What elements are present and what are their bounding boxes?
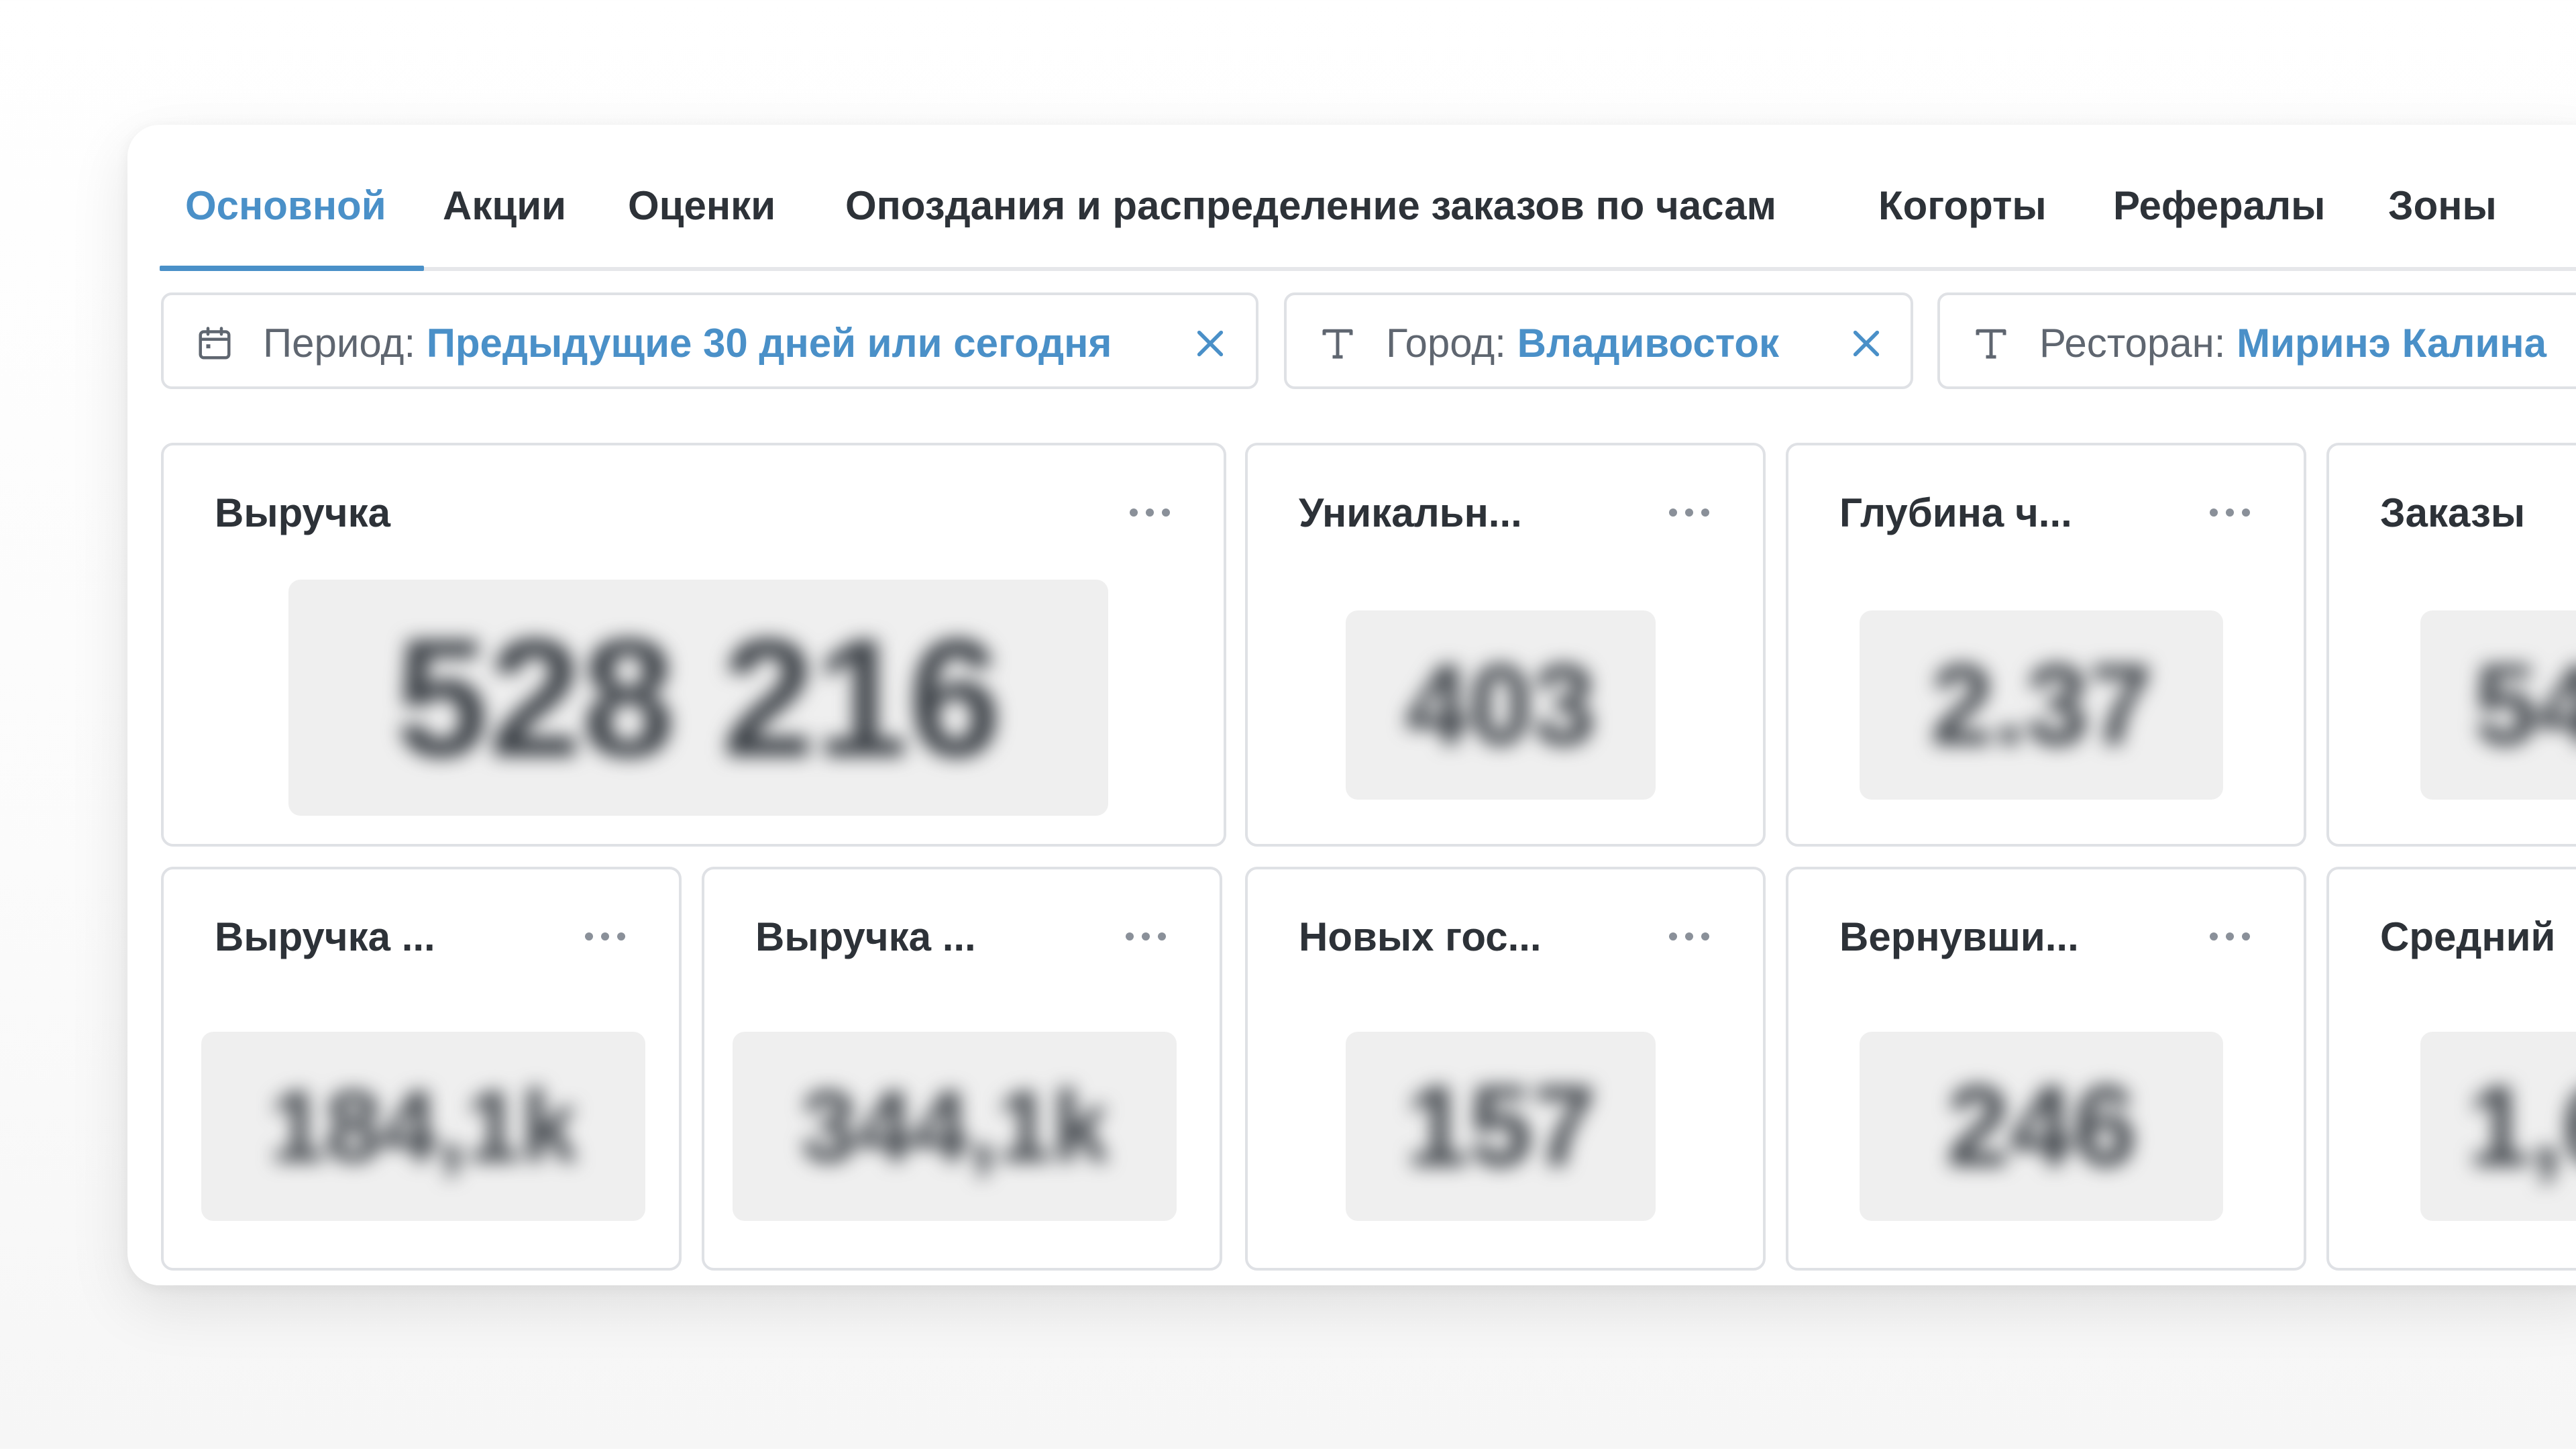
filter-city-text: Город: Владивосток — [1386, 322, 1779, 365]
close-icon[interactable] — [1847, 325, 1885, 362]
text-type-icon — [1322, 329, 1353, 359]
card-title: Новых гос... — [1299, 914, 1542, 959]
card-value: 54 — [2474, 641, 2576, 769]
metric-card-returned[interactable]: Вернувши... 246 — [1786, 867, 2306, 1271]
metric-card-check-depth[interactable]: Глубина ч... 2.37 — [1786, 443, 2306, 847]
card-value-box: 403 — [1346, 610, 1656, 800]
filter-city[interactable]: Город: Владивосток — [1284, 292, 1913, 389]
metric-card-new-guests[interactable]: Новых гос... 157 — [1245, 867, 1766, 1271]
metric-card-revenue-b[interactable]: Выручка ... 344,1k — [702, 867, 1222, 1271]
more-options-icon[interactable] — [2210, 931, 2250, 942]
more-options-icon[interactable] — [1669, 507, 1709, 518]
filter-restaurant-value: Миринэ Калина — [2237, 321, 2546, 366]
metric-card-revenue-a[interactable]: Выручка ... 184,1k — [161, 867, 682, 1271]
card-value-box: 344,1k — [733, 1032, 1177, 1221]
dashboard-panel: Основной Акции Оценки Опоздания и распре… — [127, 125, 2576, 1285]
filter-restaurant-text: Ресторан: Миринэ Калина — [2039, 322, 2546, 365]
tab-main[interactable]: Основной — [185, 182, 386, 229]
card-value-box: 528 216 — [288, 580, 1108, 816]
filter-restaurant[interactable]: Ресторан: Миринэ Калина — [1937, 292, 2576, 389]
tab-bar: Основной Акции Оценки Опоздания и распре… — [160, 125, 2576, 271]
active-tab-indicator — [160, 266, 424, 271]
card-value: 157 — [1405, 1063, 1596, 1190]
more-options-icon[interactable] — [1126, 931, 1166, 942]
filter-period-text: Период: Предыдущие 30 дней или сегодня — [263, 322, 1112, 365]
text-type-icon — [1976, 329, 2006, 359]
card-value: 184,1k — [269, 1069, 578, 1183]
metric-card-orders[interactable]: Заказы 54 — [2326, 443, 2576, 847]
metric-card-revenue[interactable]: Выручка 528 216 — [161, 443, 1226, 847]
calendar-icon — [199, 327, 231, 360]
card-value: 246 — [1946, 1063, 2137, 1190]
filter-period-label: Период: — [263, 321, 416, 366]
more-options-icon[interactable] — [2210, 507, 2250, 518]
more-options-icon[interactable] — [585, 931, 625, 942]
card-title: Выручка ... — [215, 914, 435, 959]
tab-referrals[interactable]: Рефералы — [2113, 182, 2325, 229]
card-value-box: 2.37 — [1860, 610, 2223, 800]
close-icon[interactable] — [1191, 325, 1229, 362]
card-title: Вернувши... — [1839, 914, 2079, 959]
card-title: Выручка — [215, 490, 391, 535]
card-value-box: 1,6 — [2420, 1032, 2576, 1221]
card-value: 528 216 — [395, 604, 1002, 792]
filter-city-value: Владивосток — [1517, 321, 1780, 366]
tab-zones[interactable]: Зоны — [2388, 182, 2497, 229]
filter-period-value: Предыдущие 30 дней или сегодня — [426, 321, 1112, 366]
card-value-box: 184,1k — [201, 1032, 645, 1221]
card-value: 344,1k — [800, 1069, 1109, 1183]
card-value-box: 246 — [1860, 1032, 2223, 1221]
card-title: Выручка ... — [755, 914, 976, 959]
tab-cohorts[interactable]: Когорты — [1878, 182, 2047, 229]
card-title: Глубина ч... — [1839, 490, 2072, 535]
tab-ratings[interactable]: Оценки — [628, 182, 775, 229]
metric-card-average[interactable]: Средний 1,6 — [2326, 867, 2576, 1271]
card-value: 2.37 — [1930, 641, 2153, 769]
tab-promotions[interactable]: Акции — [443, 182, 566, 229]
tab-delays-hourly[interactable]: Опоздания и распределение заказов по час… — [845, 182, 1776, 229]
more-options-icon[interactable] — [1130, 507, 1170, 518]
metric-card-unique[interactable]: Уникальн... 403 — [1245, 443, 1766, 847]
card-title: Заказы — [2380, 490, 2526, 535]
card-title: Средний — [2380, 914, 2556, 959]
filter-restaurant-label: Ресторан: — [2039, 321, 2226, 366]
card-value-box: 54 — [2420, 610, 2576, 800]
card-title: Уникальн... — [1299, 490, 1522, 535]
filter-city-label: Город: — [1386, 321, 1506, 366]
filter-period[interactable]: Период: Предыдущие 30 дней или сегодня — [161, 292, 1258, 389]
more-options-icon[interactable] — [1669, 931, 1709, 942]
card-value-box: 157 — [1346, 1032, 1656, 1221]
card-value: 403 — [1405, 641, 1596, 769]
card-value: 1,6 — [2467, 1063, 2576, 1190]
